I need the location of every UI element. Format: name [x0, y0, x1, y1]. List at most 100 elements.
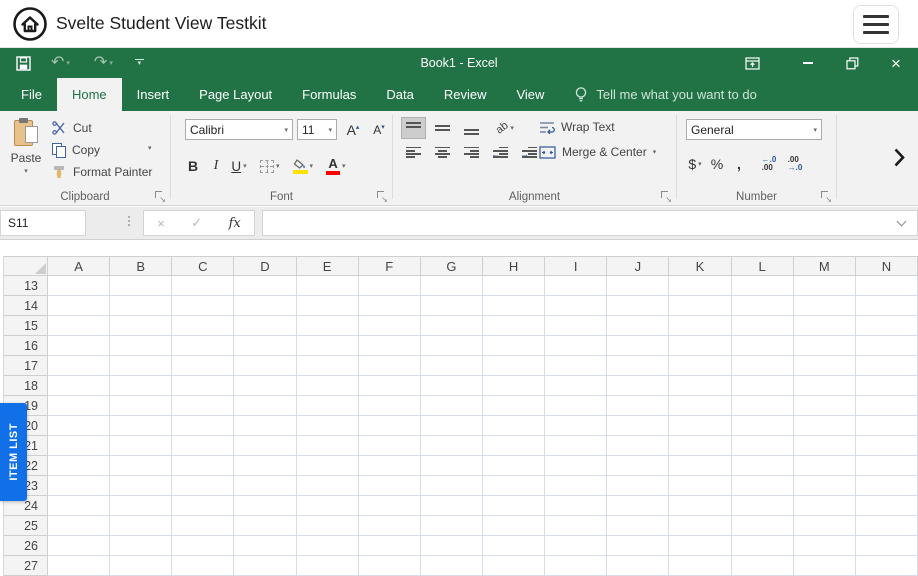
column-header-M[interactable]: M	[794, 256, 856, 276]
grid-cell-M22[interactable]	[794, 456, 856, 476]
grid-cell-F22[interactable]	[359, 456, 421, 476]
grid-cell-I18[interactable]	[545, 376, 607, 396]
grid-cell-M27[interactable]	[794, 556, 856, 576]
grid-cell-J26[interactable]	[607, 536, 669, 556]
grid-cell-M13[interactable]	[794, 276, 856, 296]
grid-cell-I14[interactable]	[545, 296, 607, 316]
grid-cell-L25[interactable]	[732, 516, 794, 536]
grid-cell-A15[interactable]	[48, 316, 110, 336]
grid-cell-J25[interactable]	[607, 516, 669, 536]
tab-page-layout[interactable]: Page Layout	[184, 78, 287, 111]
grid-cell-E25[interactable]	[297, 516, 359, 536]
grid-cell-A27[interactable]	[48, 556, 110, 576]
grid-cell-D15[interactable]	[234, 316, 296, 336]
grid-cell-J23[interactable]	[607, 476, 669, 496]
grid-cell-D16[interactable]	[234, 336, 296, 356]
grid-cell-E14[interactable]	[297, 296, 359, 316]
grid-cell-F16[interactable]	[359, 336, 421, 356]
grid-cell-N26[interactable]	[856, 536, 918, 556]
grid-cell-M25[interactable]	[794, 516, 856, 536]
grid-cell-A14[interactable]	[48, 296, 110, 316]
grid-cell-C20[interactable]	[172, 416, 234, 436]
grid-cell-J18[interactable]	[607, 376, 669, 396]
grid-cell-L21[interactable]	[732, 436, 794, 456]
grid-cell-L18[interactable]	[732, 376, 794, 396]
grid-cell-C27[interactable]	[172, 556, 234, 576]
column-header-C[interactable]: C	[172, 256, 234, 276]
underline-button[interactable]: U ▾	[229, 155, 249, 177]
row-header-17[interactable]: 17	[3, 356, 48, 376]
grid-cell-H26[interactable]	[483, 536, 545, 556]
row-header-18[interactable]: 18	[3, 376, 48, 396]
grid-cell-F26[interactable]	[359, 536, 421, 556]
grid-cell-G19[interactable]	[421, 396, 483, 416]
copy-dropdown-caret[interactable]: ▾	[148, 144, 152, 152]
undo-button[interactable]: ↶ ▾	[45, 51, 76, 75]
grid-cell-G22[interactable]	[421, 456, 483, 476]
grid-cell-L19[interactable]	[732, 396, 794, 416]
grid-cell-N22[interactable]	[856, 456, 918, 476]
grid-cell-I24[interactable]	[545, 496, 607, 516]
grid-cell-B21[interactable]	[110, 436, 172, 456]
grid-cell-L26[interactable]	[732, 536, 794, 556]
grid-cell-M21[interactable]	[794, 436, 856, 456]
grid-cell-A19[interactable]	[48, 396, 110, 416]
grid-cell-E19[interactable]	[297, 396, 359, 416]
grid-cell-K22[interactable]	[669, 456, 731, 476]
grid-cell-L16[interactable]	[732, 336, 794, 356]
grid-cell-J15[interactable]	[607, 316, 669, 336]
grid-cell-C17[interactable]	[172, 356, 234, 376]
grid-cell-G23[interactable]	[421, 476, 483, 496]
grid-cell-C24[interactable]	[172, 496, 234, 516]
grid-cell-C25[interactable]	[172, 516, 234, 536]
tab-file[interactable]: File	[6, 78, 57, 111]
grid-cell-F21[interactable]	[359, 436, 421, 456]
grid-cell-L17[interactable]	[732, 356, 794, 376]
grid-cell-A22[interactable]	[48, 456, 110, 476]
grid-cell-E16[interactable]	[297, 336, 359, 356]
grid-cell-G27[interactable]	[421, 556, 483, 576]
tab-data[interactable]: Data	[371, 78, 428, 111]
grid-cell-I26[interactable]	[545, 536, 607, 556]
grid-cell-C14[interactable]	[172, 296, 234, 316]
column-header-L[interactable]: L	[732, 256, 794, 276]
font-size-combobox[interactable]: 11 ▾	[297, 119, 337, 140]
grid-cell-B25[interactable]	[110, 516, 172, 536]
align-center-button[interactable]	[430, 142, 455, 164]
clipboard-dialog-launcher[interactable]	[155, 191, 165, 201]
grid-cell-M23[interactable]	[794, 476, 856, 496]
grid-cell-A13[interactable]	[48, 276, 110, 296]
grid-cell-E23[interactable]	[297, 476, 359, 496]
grid-cell-E17[interactable]	[297, 356, 359, 376]
grid-cell-B20[interactable]	[110, 416, 172, 436]
customize-quick-access-button[interactable]: ▾	[129, 51, 150, 75]
row-header-26[interactable]: 26	[3, 536, 48, 556]
comma-format-button[interactable]: ,	[731, 153, 747, 175]
grid-cell-E22[interactable]	[297, 456, 359, 476]
grid-cell-I20[interactable]	[545, 416, 607, 436]
grid-cell-E13[interactable]	[297, 276, 359, 296]
grid-cell-D17[interactable]	[234, 356, 296, 376]
column-header-E[interactable]: E	[297, 256, 359, 276]
ribbon-display-options-button[interactable]	[730, 48, 774, 78]
grid-cell-H15[interactable]	[483, 316, 545, 336]
merge-center-button[interactable]: Merge & Center ▾	[539, 145, 656, 159]
grid-cell-K27[interactable]	[669, 556, 731, 576]
grid-cell-N23[interactable]	[856, 476, 918, 496]
paste-button[interactable]: Paste ▾	[6, 116, 46, 198]
alignment-dialog-launcher[interactable]	[661, 191, 671, 201]
grid-cell-D24[interactable]	[234, 496, 296, 516]
grid-cell-J22[interactable]	[607, 456, 669, 476]
grid-cell-G20[interactable]	[421, 416, 483, 436]
column-header-J[interactable]: J	[607, 256, 669, 276]
name-box[interactable]: S11	[0, 210, 86, 236]
grid-cell-C16[interactable]	[172, 336, 234, 356]
currency-format-button[interactable]: $ ▾	[687, 153, 703, 175]
grid-cell-G18[interactable]	[421, 376, 483, 396]
tab-review[interactable]: Review	[429, 78, 502, 111]
grid-cell-G14[interactable]	[421, 296, 483, 316]
orientation-dropdown-caret[interactable]: ▾	[510, 124, 514, 132]
column-header-K[interactable]: K	[669, 256, 731, 276]
grid-cell-N16[interactable]	[856, 336, 918, 356]
grid-cell-A21[interactable]	[48, 436, 110, 456]
